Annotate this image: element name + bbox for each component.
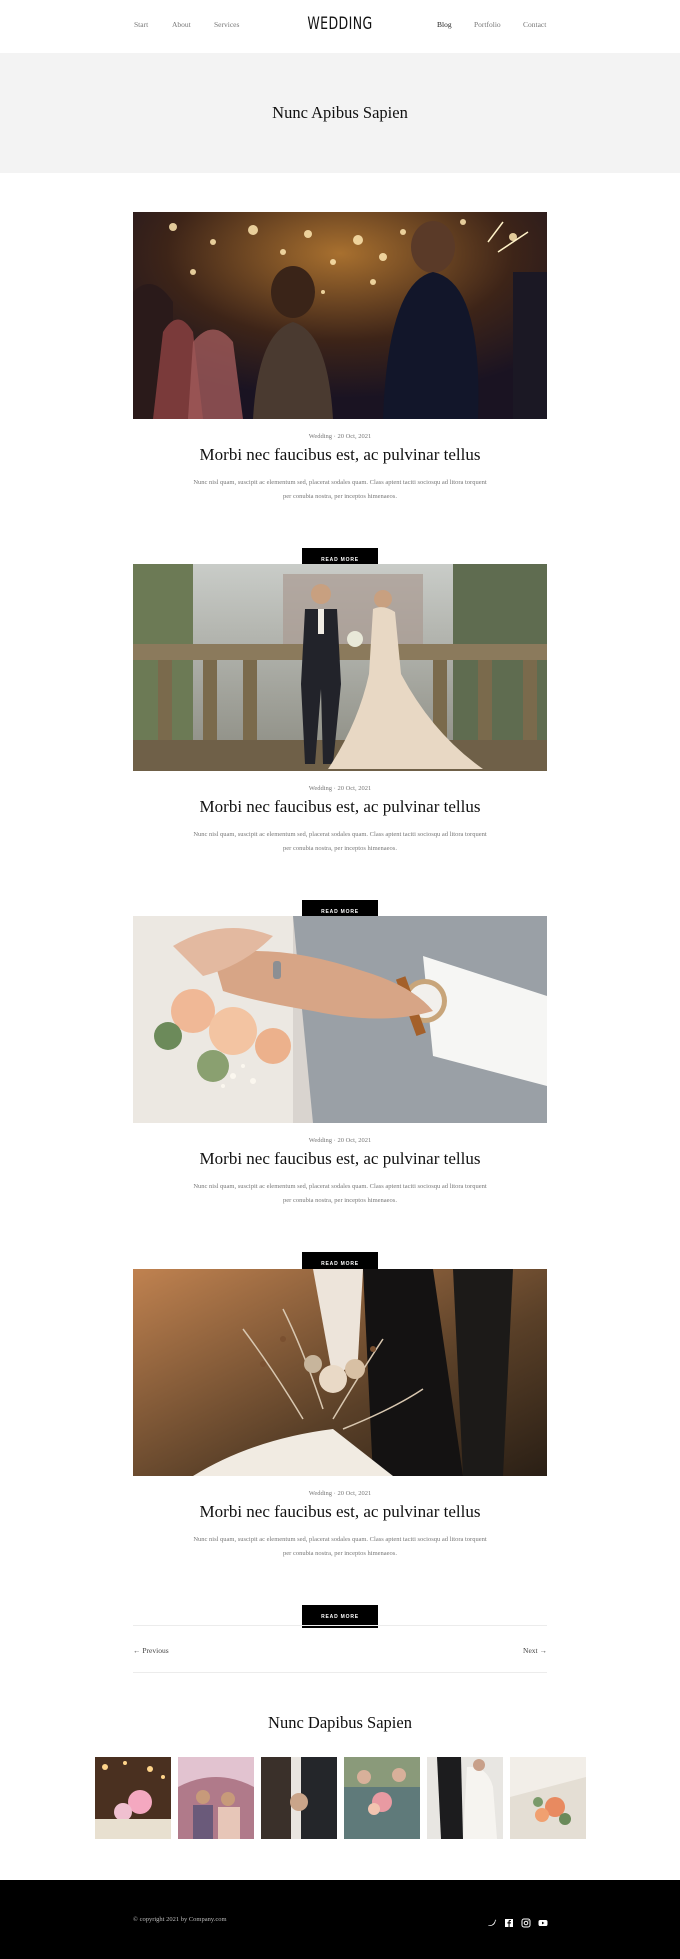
post-excerpt: Nunc nisl quam, suscipit ac elementum se…: [193, 1183, 487, 1204]
previous-link[interactable]: ← Previous: [133, 1646, 169, 1655]
post-meta: Wedding · 20 Oct, 2021: [308, 433, 372, 440]
post-title[interactable]: Morbi nec faucibus est, ac pulvinar tell…: [113, 797, 567, 817]
post-meta: Wedding · 20 Oct, 2021: [308, 1137, 372, 1144]
youtube-icon[interactable]: [538, 1913, 548, 1926]
post-meta: Wedding · 20 Oct, 2021: [308, 1490, 372, 1497]
gallery-thumb[interactable]: [178, 1757, 254, 1839]
next-link[interactable]: Next →: [523, 1646, 547, 1655]
site-footer: © copyright 2021 by Company.com: [0, 1880, 680, 1959]
post-excerpt: Nunc nisl quam, suscipit ac elementum se…: [193, 1536, 487, 1557]
nav-blog[interactable]: Blog: [437, 20, 452, 29]
page-title: Nunc Apibus Sapien: [272, 103, 408, 122]
site-header: Start About Services WEDDING Blog Portfo…: [0, 0, 680, 53]
gallery-thumb[interactable]: [261, 1757, 337, 1839]
post-excerpt: Nunc nisl quam, suscipit ac elementum se…: [193, 831, 487, 852]
post-image[interactable]: [133, 1269, 547, 1476]
post-meta: Wedding · 20 Oct, 2021: [308, 785, 372, 792]
copyright-text: © copyright 2021 by Company.com: [133, 1916, 227, 1923]
blog-post: Wedding · 20 Oct, 2021 Morbi nec faucibu…: [133, 916, 547, 1276]
instagram-icon[interactable]: [521, 1913, 531, 1928]
facebook-icon[interactable]: [504, 1913, 514, 1927]
post-title[interactable]: Morbi nec faucibus est, ac pulvinar tell…: [113, 1502, 567, 1522]
nav-contact[interactable]: Contact: [523, 20, 546, 29]
blog-post: Wedding · 20 Oct, 2021 Morbi nec faucibu…: [133, 212, 547, 572]
gallery-thumb[interactable]: [344, 1757, 420, 1839]
post-image[interactable]: [133, 916, 547, 1123]
gallery-thumb[interactable]: [427, 1757, 503, 1839]
twitter-icon[interactable]: [487, 1913, 497, 1926]
post-image[interactable]: [133, 564, 547, 771]
gallery-thumb[interactable]: [95, 1757, 171, 1839]
post-title[interactable]: Morbi nec faucibus est, ac pulvinar tell…: [113, 1149, 567, 1169]
post-title[interactable]: Morbi nec faucibus est, ac pulvinar tell…: [113, 445, 567, 465]
blog-post: Wedding · 20 Oct, 2021 Morbi nec faucibu…: [133, 1269, 547, 1629]
pagination: ← Previous Next →: [133, 1625, 547, 1673]
gallery-thumb[interactable]: [510, 1757, 586, 1839]
post-excerpt: Nunc nisl quam, suscipit ac elementum se…: [193, 479, 487, 500]
blog-post: Wedding · 20 Oct, 2021 Morbi nec faucibu…: [133, 564, 547, 924]
gallery-title: Nunc Dapibus Sapien: [268, 1713, 412, 1732]
nav-portfolio[interactable]: Portfolio: [474, 20, 501, 29]
post-image[interactable]: [133, 212, 547, 419]
page-hero: Nunc Apibus Sapien: [0, 53, 680, 173]
